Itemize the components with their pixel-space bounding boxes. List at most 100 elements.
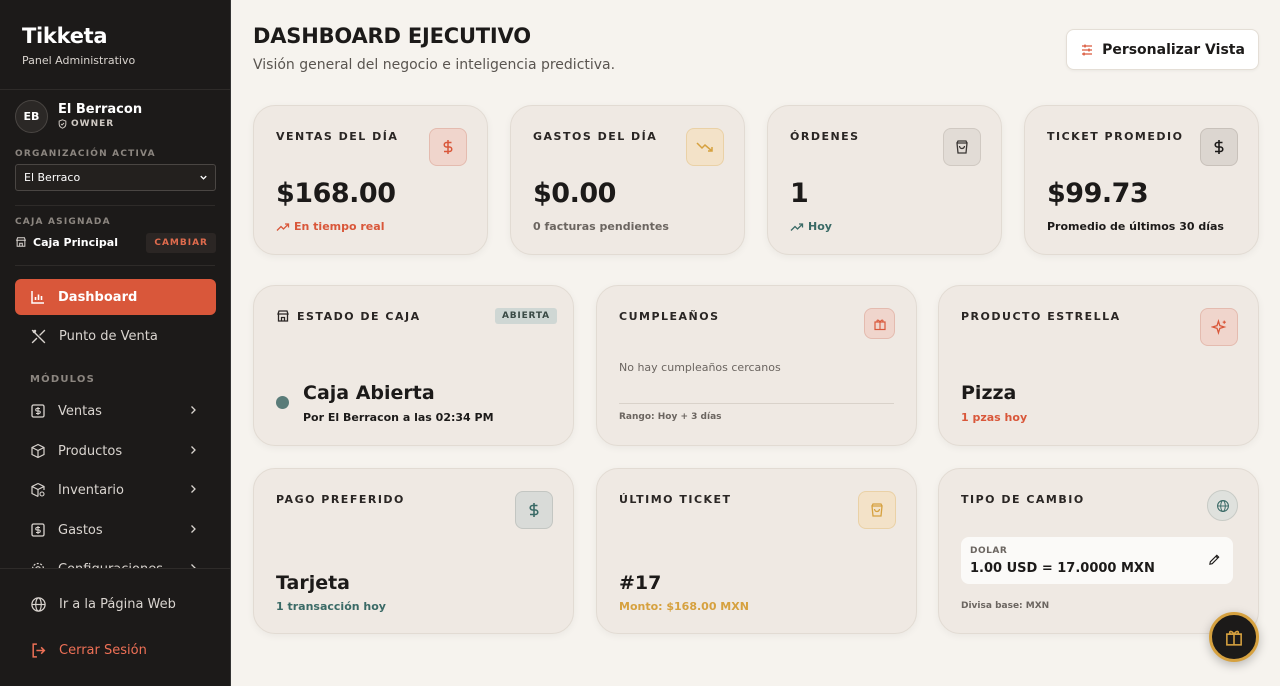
shopping-bag-icon <box>858 491 896 529</box>
nav-ventas[interactable]: Ventas <box>15 393 216 429</box>
ultimo-ticket-card: ÚLTIMO TICKET #17 Monto: $168.00 MXN <box>596 468 917 634</box>
last-ticket-number: #17 <box>619 572 662 594</box>
nav-pos-label: Punto de Venta <box>59 328 158 344</box>
nav-ventas-label: Ventas <box>58 403 102 419</box>
nav-inventario-label: Inventario <box>58 482 124 498</box>
nav-dashboard[interactable]: Dashboard <box>15 279 216 315</box>
chart-icon <box>31 291 44 304</box>
user-profile[interactable]: EB El Berracon OWNER <box>15 100 215 134</box>
nav-dashboard-label: Dashboard <box>58 289 138 305</box>
divider <box>15 205 215 206</box>
dollar-icon <box>1200 128 1238 166</box>
kpi-card-ventas: VENTAS DEL DÍA $168.00 En tiempo real <box>253 105 488 255</box>
card-label: CUMPLEAÑOS <box>619 310 720 323</box>
kpi-value: 1 <box>790 178 809 209</box>
nav-gastos-label: Gastos <box>58 522 103 538</box>
kpi-sub: Promedio de últimos 30 días <box>1047 220 1224 233</box>
card-label: PAGO PREFERIDO <box>276 493 405 506</box>
pago-preferido-card: PAGO PREFERIDO Tarjeta 1 transacción hoy <box>253 468 574 634</box>
logout-button[interactable]: Cerrar Sesión <box>15 632 216 668</box>
gift-icon <box>864 308 895 339</box>
status-badge: ABIERTA <box>495 308 557 324</box>
web-page-link[interactable]: Ir a la Página Web <box>15 586 216 622</box>
logout-icon <box>32 642 46 658</box>
globe-icon <box>31 596 46 612</box>
trending-up-icon <box>276 222 290 231</box>
divider <box>15 265 215 266</box>
card-label: ÚLTIMO TICKET <box>619 493 732 506</box>
kpi-card-gastos: GASTOS DEL DÍA $0.00 0 facturas pendient… <box>510 105 745 255</box>
empty-birthdays-text: No hay cumpleaños cercanos <box>619 361 781 374</box>
brand-title: Tikketa <box>22 24 108 48</box>
kpi-value: $168.00 <box>276 178 396 209</box>
sidebar: Tikketa Panel Administrativo EB El Berra… <box>0 0 231 686</box>
avatar: EB <box>15 100 48 133</box>
card-label: ESTADO DE CAJA <box>297 310 421 323</box>
org-select[interactable]: El Berraco <box>15 164 216 191</box>
change-caja-button[interactable]: CAMBIAR <box>146 233 216 253</box>
box-icon <box>31 443 45 459</box>
star-product-sub: 1 pzas hoy <box>961 411 1028 424</box>
kpi-label: ÓRDENES <box>790 130 860 143</box>
shopping-bag-icon <box>943 128 981 166</box>
page-title: DASHBOARD EJECUTIVO <box>253 24 531 48</box>
chevron-right-icon <box>191 446 196 454</box>
kpi-label: VENTAS DEL DÍA <box>276 130 399 143</box>
store-icon <box>16 237 26 247</box>
modules-label: MÓDULOS <box>30 374 95 385</box>
customize-view-button[interactable]: Personalizar Vista <box>1066 29 1259 70</box>
preferred-payment: Tarjeta <box>276 572 351 594</box>
preferred-payment-sub: 1 transacción hoy <box>276 600 386 613</box>
caja-name: Caja Principal <box>33 236 118 249</box>
web-page-label: Ir a la Página Web <box>59 596 176 612</box>
kpi-value: $99.73 <box>1047 178 1149 209</box>
card-label: PRODUCTO ESTRELLA <box>961 310 1121 323</box>
main-content: DASHBOARD EJECUTIVO Visión general del n… <box>231 0 1280 686</box>
tipo-cambio-card: TIPO DE CAMBIO DOLAR 1.00 USD = 17.0000 … <box>938 468 1259 634</box>
org-label: ORGANIZACIÓN ACTIVA <box>15 149 156 159</box>
sparkles-icon <box>1200 308 1238 346</box>
receipt-dollar-icon <box>31 523 45 537</box>
kpi-card-ticket-promedio: TICKET PROMEDIO $99.73 Promedio de últim… <box>1024 105 1259 255</box>
last-ticket-amount: Monto: $168.00 MXN <box>619 600 749 613</box>
kpi-sub-label: Hoy <box>808 220 832 233</box>
user-name: El Berracon <box>58 102 143 117</box>
producto-estrella-card: PRODUCTO ESTRELLA Pizza 1 pzas hoy <box>938 285 1259 446</box>
birthday-range: Rango: Hoy + 3 días <box>619 412 722 422</box>
chevron-right-icon <box>191 485 196 493</box>
estado-caja-card: ESTADO DE CAJA ABIERTA Caja Abierta Por … <box>253 285 574 446</box>
brand-subtitle: Panel Administrativo <box>22 54 136 67</box>
user-role-label: OWNER <box>71 119 115 129</box>
org-selected-value: El Berraco <box>24 171 81 184</box>
kpi-card-ordenes: ÓRDENES 1 Hoy <box>767 105 1002 255</box>
gift-icon <box>1226 630 1242 646</box>
nav-productos[interactable]: Productos <box>15 433 216 469</box>
store-icon <box>277 310 289 322</box>
sidebar-footer: Ir a la Página Web Cerrar Sesión <box>0 568 230 686</box>
chevron-right-icon <box>191 406 196 414</box>
customize-view-label: Personalizar Vista <box>1102 41 1245 58</box>
pencil-icon[interactable] <box>1208 553 1221 566</box>
kpi-sub: Hoy <box>790 220 832 233</box>
kpi-label: GASTOS DEL DÍA <box>533 130 658 143</box>
nav-gastos[interactable]: Gastos <box>15 512 216 548</box>
trending-up-icon <box>790 222 804 231</box>
nav-inventario[interactable]: Inventario <box>15 472 216 508</box>
kpi-sub: 0 facturas pendientes <box>533 220 669 233</box>
shield-icon <box>58 119 67 129</box>
base-currency: Divisa base: MXN <box>961 601 1050 611</box>
nav-productos-label: Productos <box>58 443 123 459</box>
logout-label: Cerrar Sesión <box>59 642 147 658</box>
gift-fab-button[interactable] <box>1209 612 1259 662</box>
chevron-right-icon <box>191 525 196 533</box>
caja-assigned: Caja Principal CAMBIAR <box>15 233 216 253</box>
exchange-rate-value: 1.00 USD = 17.0000 MXN <box>970 561 1155 576</box>
dollar-icon <box>515 491 553 529</box>
exchange-rate-box: DOLAR 1.00 USD = 17.0000 MXN <box>961 537 1233 584</box>
nav-pos[interactable]: Punto de Venta <box>15 318 216 354</box>
receipt-dollar-icon <box>31 404 45 418</box>
caja-status-title: Caja Abierta <box>303 382 435 404</box>
kpi-sub: En tiempo real <box>276 220 384 233</box>
chevron-down-icon <box>200 175 207 180</box>
dollar-icon <box>429 128 467 166</box>
